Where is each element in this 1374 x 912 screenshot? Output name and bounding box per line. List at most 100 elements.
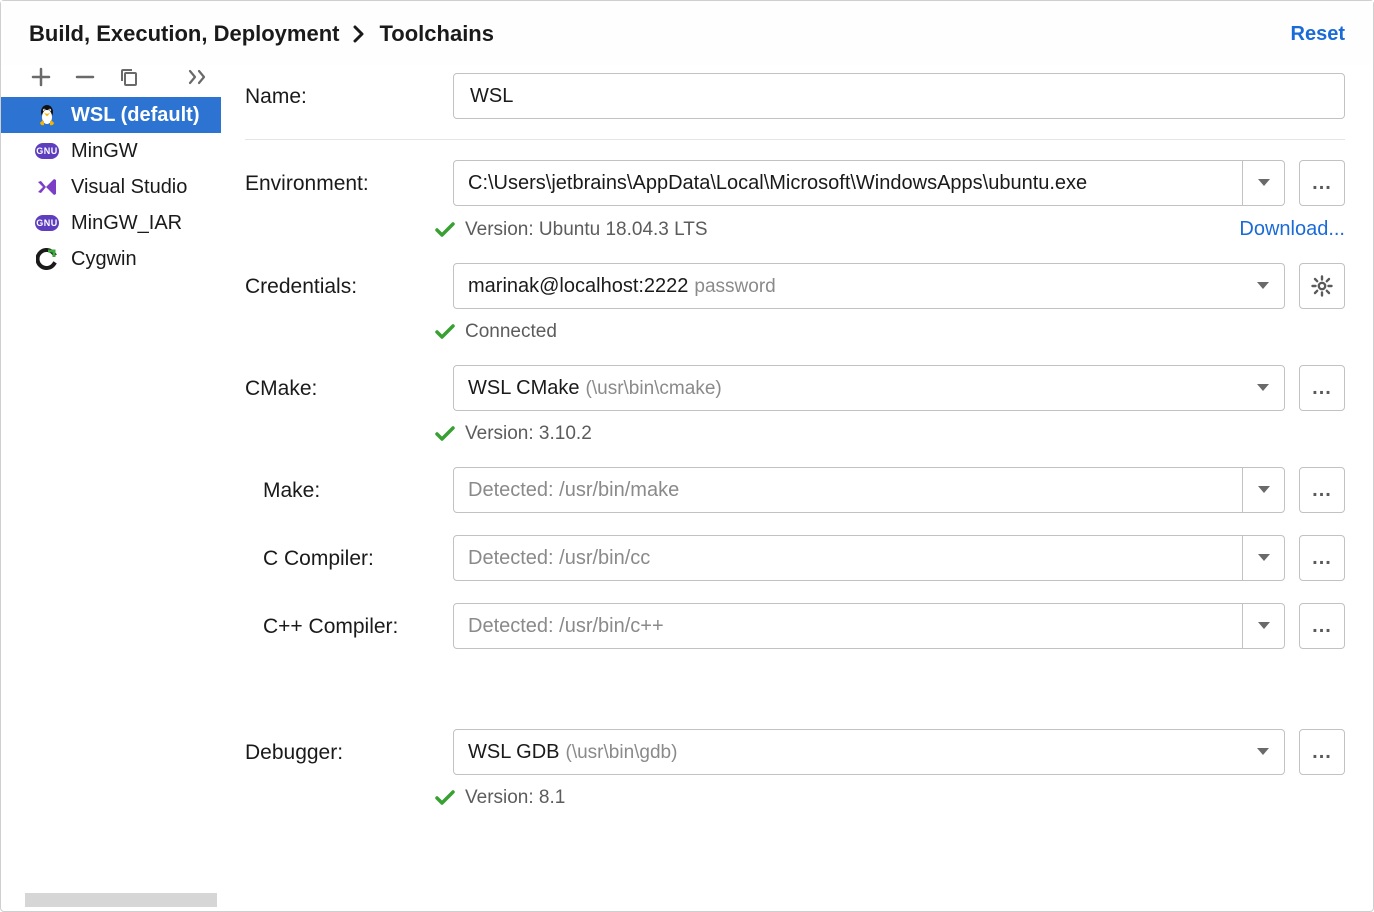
- toolchain-form: Name: Environment: C:\Users\jetbrains\Ap…: [221, 65, 1373, 911]
- ellipsis-icon: ...: [1312, 741, 1332, 764]
- credentials-combo[interactable]: marinak@localhost:2222 password: [453, 263, 1285, 309]
- debugger-combo[interactable]: WSL GDB (\usr\bin\gdb): [453, 729, 1285, 775]
- cmake-status: Version: 3.10.2: [465, 423, 592, 445]
- make-row: Make: Detected: /usr/bin/make ...: [245, 467, 1345, 513]
- toolchain-sidebar: WSL (default) GNU MinGW Visual Studio GN…: [1, 65, 221, 911]
- toolchain-item-wsl[interactable]: WSL (default): [1, 97, 221, 133]
- check-icon: [435, 324, 455, 340]
- horizontal-scrollbar[interactable]: [25, 893, 217, 907]
- ellipsis-icon: ...: [1312, 615, 1332, 638]
- credentials-settings-button[interactable]: [1299, 263, 1345, 309]
- make-label: Make:: [245, 477, 435, 503]
- browse-cpp-compiler-button[interactable]: ...: [1299, 603, 1345, 649]
- gnu-icon: GNU: [35, 211, 59, 235]
- tux-icon: [35, 103, 59, 127]
- copy-button[interactable]: [119, 67, 139, 87]
- environment-value: C:\Users\jetbrains\AppData\Local\Microso…: [468, 172, 1087, 195]
- panel-body: WSL (default) GNU MinGW Visual Studio GN…: [1, 65, 1373, 911]
- cmake-status-row: Version: 3.10.2: [245, 423, 1345, 445]
- cpp-compiler-combo[interactable]: Detected: /usr/bin/c++: [453, 603, 1285, 649]
- debugger-status-row: Version: 8.1: [245, 787, 1345, 809]
- environment-status: Version: Ubuntu 18.04.3 LTS: [465, 219, 708, 241]
- name-input-field[interactable]: [468, 84, 1330, 109]
- credentials-label: Credentials:: [245, 273, 435, 299]
- ellipsis-icon: ...: [1312, 479, 1332, 502]
- remove-button[interactable]: [75, 67, 95, 87]
- make-combo[interactable]: Detected: /usr/bin/make: [453, 467, 1285, 513]
- browse-debugger-button[interactable]: ...: [1299, 729, 1345, 775]
- dropdown-arrow-icon[interactable]: [1242, 468, 1284, 512]
- ellipsis-icon: ...: [1312, 547, 1332, 570]
- debugger-status: Version: 8.1: [465, 787, 565, 809]
- toolchain-item-mingw-iar[interactable]: GNU MinGW_IAR: [1, 205, 221, 241]
- toolchain-item-label: MinGW_IAR: [71, 212, 182, 235]
- toolchain-item-mingw[interactable]: GNU MinGW: [1, 133, 221, 169]
- add-button[interactable]: [31, 67, 51, 87]
- cpp-compiler-label: C++ Compiler:: [245, 613, 435, 639]
- dropdown-arrow-icon[interactable]: [1242, 161, 1284, 205]
- toolchain-item-label: MinGW: [71, 140, 138, 163]
- visual-studio-icon: [35, 175, 59, 199]
- toolchain-item-visual-studio[interactable]: Visual Studio: [1, 169, 221, 205]
- toolchain-item-cygwin[interactable]: Cygwin: [1, 241, 221, 277]
- make-placeholder: Detected: /usr/bin/make: [468, 479, 679, 502]
- debugger-row: Debugger: WSL GDB (\usr\bin\gdb) ...: [245, 729, 1345, 775]
- cmake-path: (\usr\bin\cmake): [586, 378, 722, 400]
- spacer: [245, 797, 435, 799]
- name-row: Name:: [245, 73, 1345, 119]
- dropdown-arrow-icon[interactable]: [1242, 383, 1284, 393]
- cmake-combo[interactable]: WSL CMake (\usr\bin\cmake): [453, 365, 1285, 411]
- toolchain-toolbar: [1, 65, 221, 97]
- settings-panel: Build, Execution, Deployment Toolchains …: [0, 0, 1374, 912]
- spacer: [245, 433, 435, 435]
- scrollbar-thumb[interactable]: [25, 893, 217, 907]
- dropdown-arrow-icon[interactable]: [1242, 281, 1284, 291]
- more-button[interactable]: [187, 68, 209, 86]
- c-compiler-placeholder: Detected: /usr/bin/cc: [468, 547, 650, 570]
- browse-environment-button[interactable]: ...: [1299, 160, 1345, 206]
- toolchain-item-label: Cygwin: [71, 248, 137, 271]
- c-compiler-row: C Compiler: Detected: /usr/bin/cc ...: [245, 535, 1345, 581]
- dropdown-arrow-icon[interactable]: [1242, 747, 1284, 757]
- cpp-compiler-row: C++ Compiler: Detected: /usr/bin/c++ ...: [245, 603, 1345, 649]
- name-input[interactable]: [453, 73, 1345, 119]
- spacer: [245, 331, 435, 333]
- spacer: [245, 649, 1345, 689]
- cygwin-icon: [35, 247, 59, 271]
- environment-status-row: Version: Ubuntu 18.04.3 LTS Download...: [245, 218, 1345, 241]
- chevron-right-icon: [353, 25, 365, 43]
- breadcrumb: Build, Execution, Deployment Toolchains …: [1, 1, 1373, 65]
- browse-c-compiler-button[interactable]: ...: [1299, 535, 1345, 581]
- environment-combo[interactable]: C:\Users\jetbrains\AppData\Local\Microso…: [453, 160, 1285, 206]
- environment-row: Environment: C:\Users\jetbrains\AppData\…: [245, 160, 1345, 206]
- credentials-value: marinak@localhost:2222: [468, 275, 688, 298]
- check-icon: [435, 426, 455, 442]
- browse-make-button[interactable]: ...: [1299, 467, 1345, 513]
- cmake-label: CMake:: [245, 375, 435, 401]
- credentials-status-row: Connected: [245, 321, 1345, 343]
- environment-label: Environment:: [245, 170, 435, 196]
- browse-cmake-button[interactable]: ...: [1299, 365, 1345, 411]
- credentials-status: Connected: [465, 321, 557, 343]
- breadcrumb-current: Toolchains: [379, 21, 494, 47]
- dropdown-arrow-icon[interactable]: [1242, 604, 1284, 648]
- spacer: [245, 689, 1345, 729]
- cmake-value: WSL CMake: [468, 377, 580, 400]
- dropdown-arrow-icon[interactable]: [1242, 536, 1284, 580]
- gnu-icon: GNU: [35, 139, 59, 163]
- toolchain-list: WSL (default) GNU MinGW Visual Studio GN…: [1, 97, 221, 893]
- debugger-path: (\usr\bin\gdb): [566, 742, 678, 764]
- reset-button[interactable]: Reset: [1291, 23, 1345, 46]
- credentials-row: Credentials: marinak@localhost:2222 pass…: [245, 263, 1345, 309]
- download-link[interactable]: Download...: [1239, 218, 1345, 241]
- debugger-label: Debugger:: [245, 739, 435, 765]
- cmake-row: CMake: WSL CMake (\usr\bin\cmake) ...: [245, 365, 1345, 411]
- c-compiler-label: C Compiler:: [245, 545, 435, 571]
- c-compiler-combo[interactable]: Detected: /usr/bin/cc: [453, 535, 1285, 581]
- spacer: [245, 229, 435, 231]
- cpp-compiler-placeholder: Detected: /usr/bin/c++: [468, 615, 664, 638]
- ellipsis-icon: ...: [1312, 172, 1332, 195]
- check-icon: [435, 790, 455, 806]
- check-icon: [435, 222, 455, 238]
- breadcrumb-parent[interactable]: Build, Execution, Deployment: [29, 21, 339, 47]
